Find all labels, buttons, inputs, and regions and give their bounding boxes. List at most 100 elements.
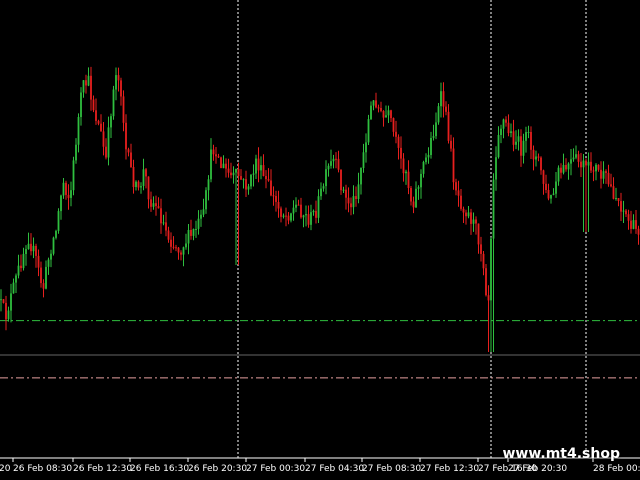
candle-body: [330, 161, 332, 166]
chart-window[interactable]: 20 26 Feb 08:30 26 Feb 12:30 26 Feb 16:30 26…: [0, 0, 640, 480]
candle-body: [32, 245, 35, 252]
candle-body: [597, 164, 600, 170]
candle-body: [542, 170, 545, 184]
candle-body: [607, 172, 610, 185]
candle-body: [2, 299, 5, 303]
candle-body: [205, 190, 207, 210]
candle-body: [545, 183, 547, 190]
time-label: 26 Feb 16:30: [130, 464, 189, 474]
candle-body: [217, 156, 220, 158]
candle-body: [362, 152, 365, 168]
candle-body: [257, 158, 260, 171]
candle-body: [252, 173, 255, 175]
candle-body: [172, 246, 175, 248]
candle-body: [175, 247, 177, 249]
candle-body: [155, 203, 157, 206]
candle-body: [592, 170, 595, 172]
candle-body: [315, 210, 317, 218]
watermark-text: www.mt4.shop: [502, 446, 620, 462]
candle-body: [77, 117, 80, 145]
candle-body: [560, 167, 562, 173]
candle-body: [435, 122, 437, 137]
candle-body: [27, 243, 30, 250]
candle-body: [300, 204, 302, 218]
candle-body: [395, 131, 397, 137]
candle-body: [405, 171, 407, 174]
candle-body: [90, 75, 92, 100]
candle-body: [65, 182, 67, 195]
time-label: 28 Feb 00:30: [593, 464, 640, 474]
candle-body: [420, 173, 422, 188]
candle-body: [540, 157, 542, 171]
candle-body: [635, 220, 637, 229]
candle-body: [212, 149, 215, 155]
candle-body: [295, 204, 297, 208]
candle-body: [310, 212, 312, 225]
candle-body: [55, 230, 57, 238]
candle-body: [75, 144, 77, 161]
candle-body: [512, 131, 515, 145]
candle-body: [270, 180, 272, 196]
candle-body: [312, 210, 315, 213]
candle-body: [532, 149, 535, 160]
candle-body: [35, 245, 37, 256]
candle-body: [445, 106, 447, 112]
candle-body: [355, 196, 357, 199]
candle-body: [87, 75, 90, 86]
price-chart[interactable]: 20 26 Feb 08:30 26 Feb 12:3026 Feb 16:3026…: [0, 0, 640, 480]
candle-body: [427, 154, 430, 158]
candle-body: [197, 218, 200, 229]
candle-body: [637, 228, 640, 235]
candle-body: [227, 168, 230, 173]
candle-body: [122, 96, 125, 123]
candle-body: [245, 179, 247, 190]
candle-body: [472, 219, 475, 224]
candle-body: [397, 136, 400, 148]
candle-body: [432, 136, 435, 138]
candle-body: [320, 188, 322, 197]
candle-body: [497, 135, 500, 158]
grid-layer: [237, 0, 587, 458]
candle-body: [262, 165, 265, 176]
candle-body: [20, 265, 22, 269]
time-label: 26 Feb 20:30: [188, 464, 247, 474]
candle-body: [80, 92, 82, 117]
candle-body: [335, 158, 337, 160]
candle-body: [230, 172, 232, 176]
candle-body: [147, 176, 150, 200]
candle-body: [110, 116, 112, 128]
candle-body: [340, 169, 342, 191]
candle-body: [307, 214, 310, 225]
candle-body: [572, 157, 575, 160]
candle-body: [455, 182, 457, 191]
candle-body: [562, 165, 565, 173]
candle-body: [412, 201, 415, 208]
candle-body: [482, 253, 485, 269]
candle-body: [372, 100, 375, 106]
candle-body: [117, 75, 120, 81]
candle-body: [585, 160, 587, 166]
candle-body: [590, 161, 592, 171]
candle-body: [537, 156, 540, 158]
candle-body: [605, 171, 607, 173]
time-label: 27 Feb 20:30: [508, 464, 567, 474]
candle-body: [242, 179, 245, 181]
candle-body: [100, 123, 102, 132]
candle-body: [15, 275, 17, 283]
candle-body: [150, 199, 152, 207]
candle-body: [250, 174, 252, 187]
candle-body: [610, 184, 612, 187]
candle-body: [515, 141, 517, 145]
candle-body: [195, 229, 197, 230]
candle-body: [547, 190, 550, 199]
candle-body: [207, 179, 210, 191]
candle-body: [475, 219, 477, 224]
candle-body: [97, 120, 100, 124]
candle-body: [255, 158, 257, 174]
candle-body: [10, 293, 12, 311]
candle-body: [142, 169, 145, 186]
candle-body: [495, 157, 497, 180]
candle-body: [385, 115, 387, 118]
candle-body: [470, 212, 472, 224]
candle-body: [407, 171, 410, 188]
